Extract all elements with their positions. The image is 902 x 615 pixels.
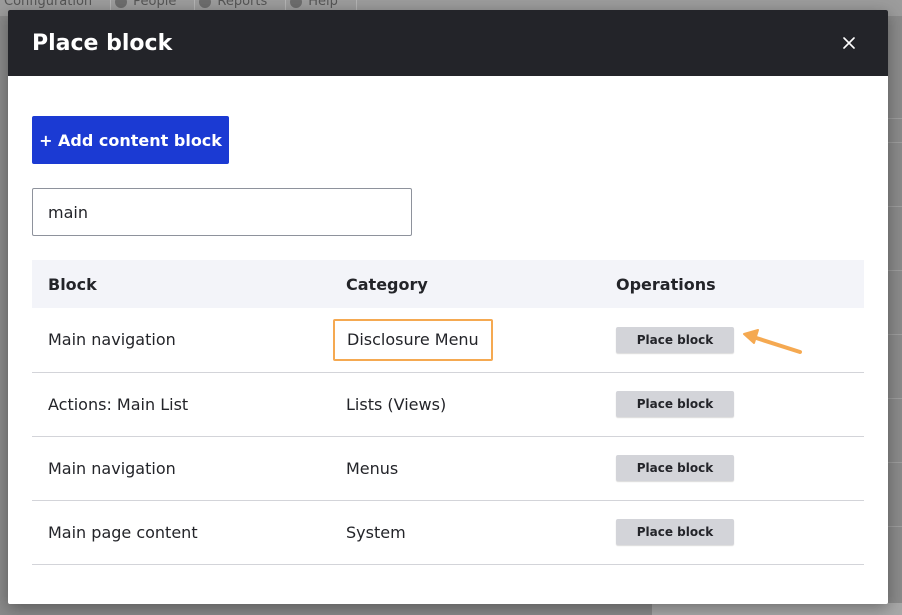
block-name: Main navigation	[32, 436, 330, 501]
bg-toolbar-configuration: Configuration	[0, 0, 112, 10]
bg-toolbar-people: People	[111, 0, 196, 10]
place-block-button[interactable]: Place block	[616, 391, 734, 417]
table-header-row: Block Category Operations	[32, 260, 864, 308]
category-cell: Lists (Views)	[330, 372, 600, 437]
header-category: Category	[330, 260, 600, 308]
table-row: Main navigation Menus Place block	[32, 436, 864, 501]
blocks-table: Block Category Operations Main navigatio…	[32, 260, 864, 565]
category-cell: Menus	[330, 436, 600, 501]
add-content-block-button[interactable]: + Add content block	[32, 116, 229, 164]
category-cell: Disclosure Menu	[330, 308, 600, 373]
close-button[interactable]	[834, 28, 864, 58]
place-block-dialog: Place block + Add content block Block Ca…	[8, 10, 888, 604]
dialog-body: + Add content block Block Category Opera…	[8, 76, 888, 565]
block-name: Main page content	[32, 500, 330, 565]
header-block: Block	[32, 260, 330, 308]
place-block-button[interactable]: Place block	[616, 326, 734, 353]
table-row: Main navigation Disclosure Menu Place bl…	[32, 308, 864, 373]
operations-cell: Place block	[600, 308, 864, 373]
operations-cell: Place block	[600, 500, 864, 565]
dialog-title: Place block	[32, 30, 173, 56]
operations-cell: Place block	[600, 372, 864, 437]
dialog-header: Place block	[8, 10, 888, 76]
pointer-arrow-icon	[743, 329, 802, 354]
person-icon	[115, 0, 128, 8]
block-filter-input[interactable]	[32, 188, 412, 236]
bg-toolbar-reports: Reports	[195, 0, 287, 10]
table-row: Main page content System Place block	[32, 500, 864, 565]
place-block-button[interactable]: Place block	[616, 455, 734, 481]
help-icon	[290, 0, 303, 8]
place-block-button[interactable]: Place block	[616, 519, 734, 545]
close-icon	[843, 37, 855, 49]
background-page-edge	[886, 76, 902, 615]
block-name: Actions: Main List	[32, 372, 330, 437]
header-operations: Operations	[600, 260, 864, 308]
table-row: Actions: Main List Lists (Views) Place b…	[32, 372, 864, 437]
block-name: Main navigation	[32, 308, 330, 373]
reports-icon	[199, 0, 212, 8]
category-highlighted: Disclosure Menu	[333, 318, 493, 361]
background-bottom	[0, 603, 902, 615]
category-cell: System	[330, 500, 600, 565]
operations-cell: Place block	[600, 436, 864, 501]
bg-toolbar-help: Help	[286, 0, 357, 10]
